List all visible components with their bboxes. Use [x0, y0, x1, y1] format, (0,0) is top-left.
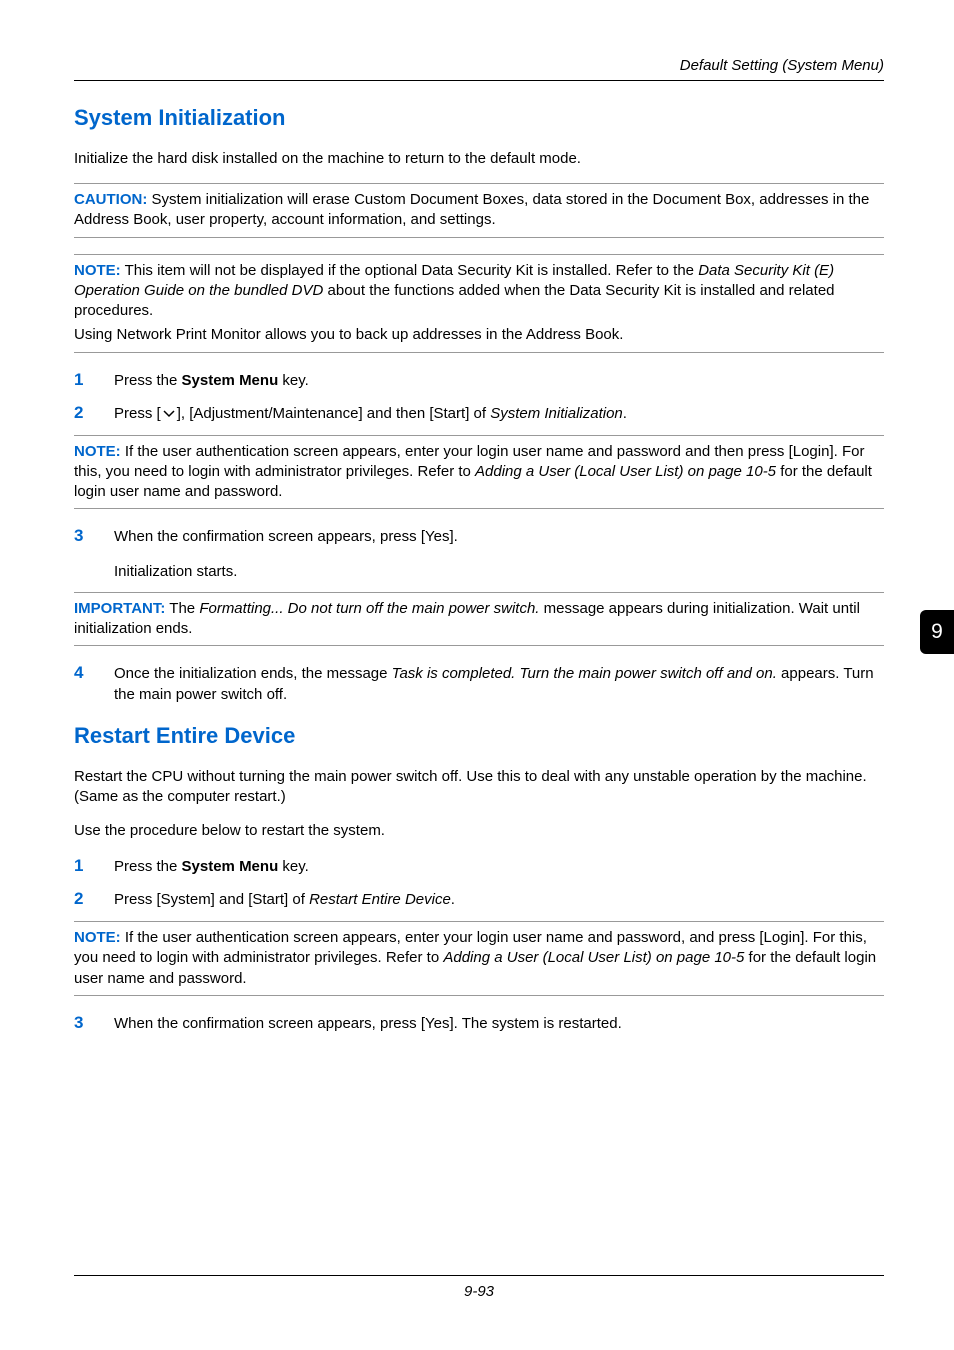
- step-number-4: 4: [74, 662, 114, 685]
- step-number-2: 2: [74, 402, 114, 425]
- section1-intro: Initialize the hard disk installed on th…: [74, 149, 884, 169]
- caution-label: CAUTION:: [74, 191, 147, 208]
- running-header: Default Setting (System Menu): [74, 56, 884, 76]
- header-rule: [74, 80, 884, 81]
- s1-step2-body: Press [], [Adjustment/Maintenance] and t…: [114, 404, 884, 424]
- page-number: 9-93: [464, 1283, 494, 1300]
- s2-step-number-3: 3: [74, 1012, 114, 1035]
- important-a: The: [165, 600, 199, 617]
- page-footer: 9-93: [74, 1275, 884, 1302]
- important-label: IMPORTANT:: [74, 600, 165, 617]
- s2-step3-body: When the confirmation screen appears, pr…: [114, 1014, 884, 1034]
- note2-callout: NOTE: If the user authentication screen …: [74, 435, 884, 510]
- note1-text-a: This item will not be displayed if the o…: [121, 262, 699, 279]
- s2-step2-body: Press [System] and [Start] of Restart En…: [114, 890, 884, 910]
- s2-step-number-2: 2: [74, 888, 114, 911]
- section2-intro2: Use the procedure below to restart the s…: [74, 821, 884, 841]
- note2-text-b: Adding a User (Local User List) on page …: [475, 463, 776, 480]
- section2-heading: Restart Entire Device: [74, 721, 884, 751]
- caution-callout: CAUTION: System initialization will eras…: [74, 183, 884, 238]
- note1-callout: NOTE: This item will not be displayed if…: [74, 254, 884, 353]
- s2-step1-body: Press the System Menu key.: [114, 857, 884, 877]
- step-number-1: 1: [74, 369, 114, 392]
- note1-line2: Using Network Print Monitor allows you t…: [74, 325, 884, 345]
- note2-label: NOTE:: [74, 443, 121, 460]
- s1-step1-body: Press the System Menu key.: [114, 371, 884, 391]
- caution-text: System initialization will erase Custom …: [74, 191, 869, 228]
- s1-step3-body: When the confirmation screen appears, pr…: [114, 527, 884, 582]
- chevron-down-icon: [162, 409, 176, 419]
- s1-step4-body: Once the initialization ends, the messag…: [114, 664, 884, 705]
- s2-note-b: Adding a User (Local User List) on page …: [443, 949, 744, 966]
- chapter-tab: 9: [920, 610, 954, 654]
- important-b: Formatting... Do not turn off the main p…: [199, 600, 539, 617]
- note1-label: NOTE:: [74, 262, 121, 279]
- s2-step-number-1: 1: [74, 855, 114, 878]
- section1-heading: System Initialization: [74, 103, 884, 133]
- s2-note-label: NOTE:: [74, 929, 121, 946]
- s2-note-callout: NOTE: If the user authentication screen …: [74, 921, 884, 996]
- important-callout: IMPORTANT: The Formatting... Do not turn…: [74, 592, 884, 647]
- step-number-3: 3: [74, 525, 114, 548]
- section2-intro1: Restart the CPU without turning the main…: [74, 767, 884, 808]
